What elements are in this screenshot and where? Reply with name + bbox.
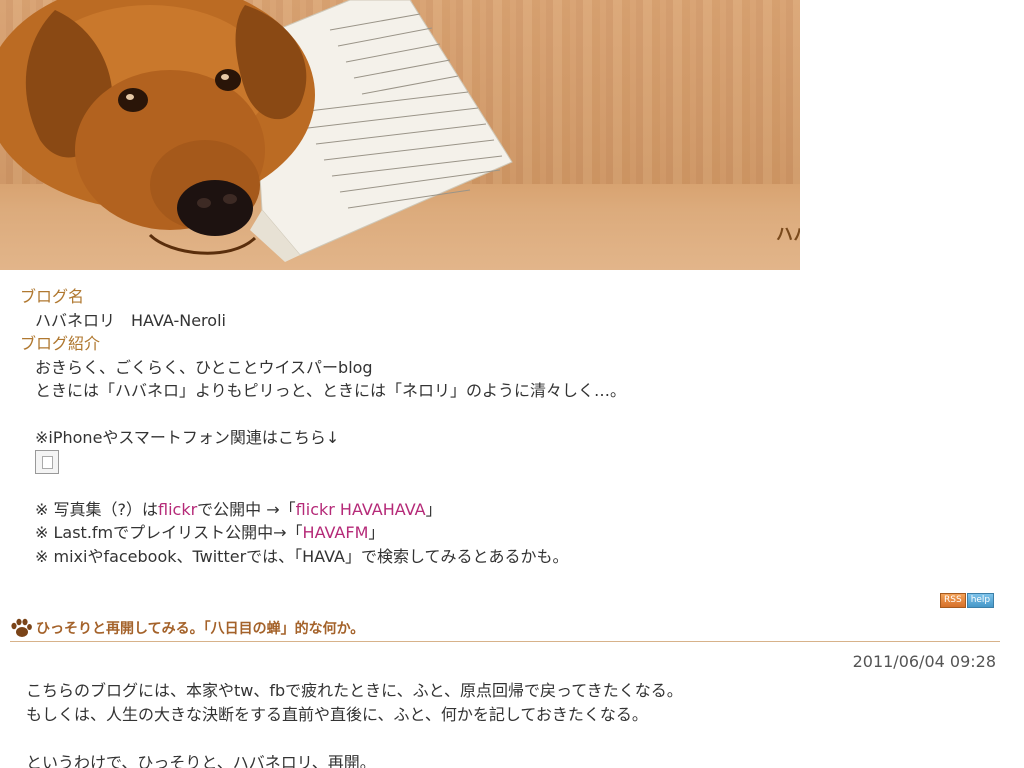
photo-note-suffix: 」 — [425, 499, 442, 519]
header-banner-image: ハバネロリ HAVA-Neroli — [0, 0, 800, 270]
entry-body: こちらのブログには、本家やtw、fbで疲れたときに、ふと、原点回帰で戻ってきたく… — [26, 679, 986, 768]
broken-image-row — [20, 450, 1000, 474]
photo-note-prefix: ※ 写真集（?）は — [35, 499, 158, 519]
photo-note: ※ 写真集（?）はflickrで公開中 →「flickr HAVAHAVA」 — [20, 498, 1000, 522]
photo-note-middle: で公開中 →「 — [197, 499, 296, 519]
entry-body-line: というわけで、ひっそりと、ハバネロリ、再開。 — [26, 753, 376, 768]
entry-header: ひっそりと再開してみる。「八日目の蝉」的な何か。 — [10, 615, 1000, 642]
blog-info-section: ブログ名 ハバネロリ HAVA-Neroli ブログ紹介 おきらく、ごくらく、ひ… — [20, 285, 1000, 568]
rss-button[interactable]: RSS — [940, 593, 966, 608]
rss-help-button[interactable]: help — [966, 593, 995, 608]
blog-name-value: ハバネロリ HAVA-Neroli — [35, 310, 226, 330]
social-note: ※ mixiやfacebook、Twitterでは、「HAVA」で検索してみると… — [35, 546, 569, 566]
lastfm-note-suffix: 」 — [368, 523, 385, 542]
entry-body-line: こちらのブログには、本家やtw、fbで疲れたときに、ふと、原点回帰で戻ってきたく… — [26, 681, 683, 700]
blog-intro-line-2: ときには「ハバネロ」よりもピリっと、ときには「ネロリ」のように清々しく…。 — [35, 381, 627, 400]
flickr-link[interactable]: flickr — [158, 500, 197, 519]
entry-title[interactable]: ひっそりと再開してみる。「八日目の蝉」的な何か。 — [36, 618, 364, 638]
entry-body-line: もしくは、人生の大きな決断をする直前や直後に、ふと、何かを記しておきたくなる。 — [26, 705, 648, 724]
paw-icon — [11, 618, 32, 637]
blog-intro-line-1: おきらく、ごくらく、ひとことウイスパーblog — [35, 357, 373, 377]
blog-title-header[interactable]: ハバネロリ HAVA-Neroli — [776, 220, 800, 245]
flickr-havahava-link[interactable]: flickr HAVAHAVA — [296, 500, 426, 519]
lastfm-note: ※ Last.fmでプレイリスト公開中→「HAVAFM」 — [20, 521, 1000, 545]
blog-name-label: ブログ名 — [20, 287, 85, 306]
iphone-note: ※iPhoneやスマートフォン関連はこちら↓ — [35, 428, 340, 447]
entry-body-line — [26, 727, 986, 751]
blog-intro-label: ブログ紹介 — [20, 334, 101, 353]
dog-with-document-illustration — [0, 0, 513, 262]
lastfm-note-prefix: ※ Last.fmでプレイリスト公開中→「 — [35, 523, 303, 542]
rss-links: RSS help — [940, 593, 995, 608]
page: ハバネロリ HAVA-Neroli ブログ名 ハバネロリ HAVA-Neroli… — [0, 0, 1024, 768]
entry-date: 2011/06/04 09:28 — [852, 652, 996, 671]
broken-image-icon[interactable] — [35, 450, 59, 474]
havafm-link[interactable]: HAVAFM — [303, 523, 369, 542]
